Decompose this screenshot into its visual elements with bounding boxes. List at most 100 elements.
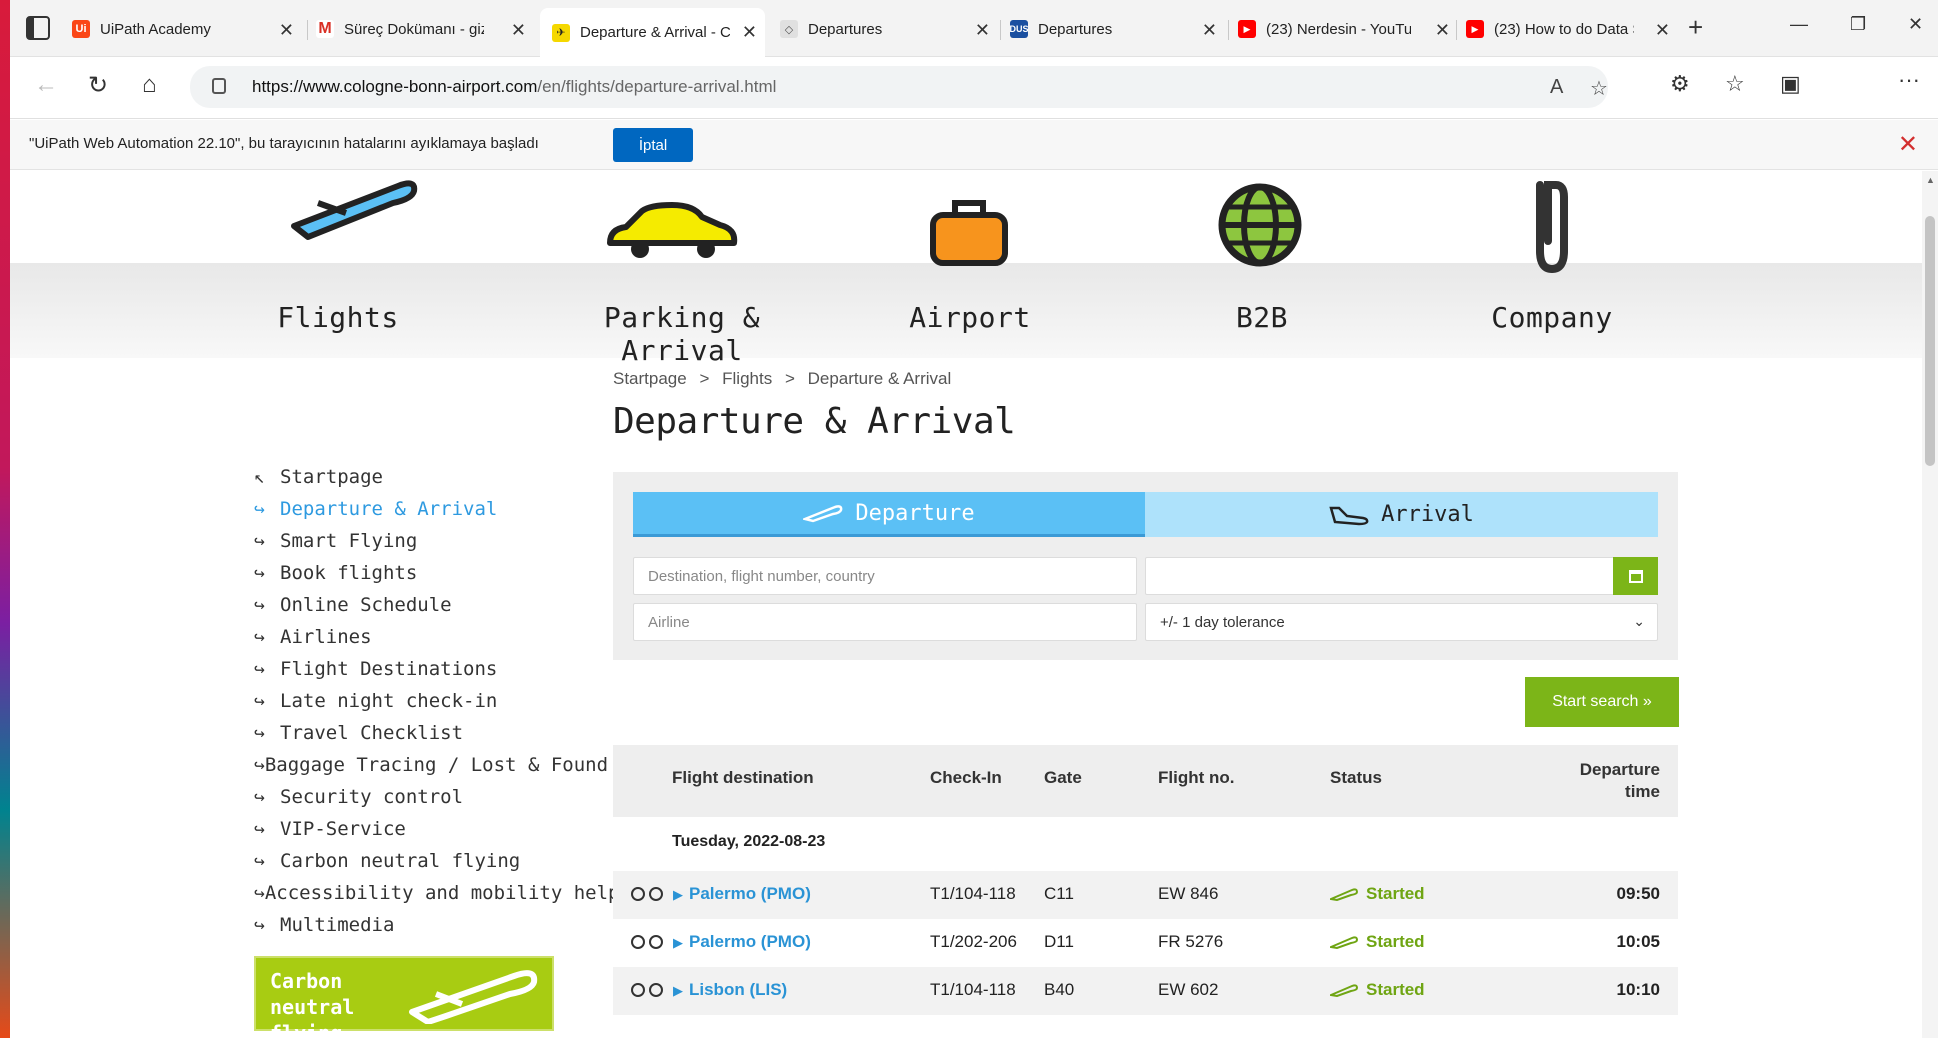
departure-plane-icon <box>803 505 843 523</box>
tab-youtube-1[interactable]: ▶ (23) Nerdesin - YouTube ✕ <box>1238 10 1458 48</box>
tab-actions-icon[interactable] <box>26 16 50 40</box>
home-icon[interactable]: ⌂ <box>142 71 157 99</box>
flight-destination-link[interactable]: ▶ Palermo (PMO) <box>673 932 811 952</box>
side-menu-label: Online Schedule <box>280 594 452 616</box>
tab-departure[interactable]: Departure <box>633 492 1145 537</box>
side-menu-item-flight-destinations[interactable]: ↪ Flight Destinations <box>254 653 574 685</box>
car-icon <box>607 202 738 258</box>
url-text[interactable]: https://www.cologne-bonn-airport.com/en/… <box>252 77 776 97</box>
gmail-icon: M <box>316 20 334 38</box>
tab-departure-arrival[interactable]: ✈ Departure & Arrival - Cologne ✕ <box>540 8 765 57</box>
side-menu-item-book-flights[interactable]: ↪ Book flights <box>254 557 574 589</box>
infobar-close-icon[interactable]: ✕ <box>1898 130 1918 159</box>
hook-arrow-icon: ↪ <box>254 626 265 648</box>
notify-circle-icon[interactable] <box>631 983 645 997</box>
col-destination[interactable]: Flight destination <box>672 768 814 788</box>
refresh-icon[interactable]: ↻ <box>88 71 108 100</box>
read-aloud-icon[interactable]: A <box>1550 76 1563 99</box>
side-menu-back-startpage[interactable]: ↖ Startpage <box>254 461 574 493</box>
tab-departures-1[interactable]: ◇ Departures ✕ <box>780 10 998 48</box>
minimize-icon[interactable]: — <box>1790 14 1808 35</box>
close-icon[interactable]: ✕ <box>975 20 990 41</box>
notify-circle-icon[interactable] <box>649 935 663 949</box>
tolerance-select[interactable]: +/- 1 day tolerance ⌄ <box>1145 603 1658 641</box>
side-menu-item-airlines[interactable]: ↪ Airlines <box>254 621 574 653</box>
notify-circle-icon[interactable] <box>631 887 645 901</box>
col-time-line2: time <box>1625 782 1660 801</box>
scroll-up-icon[interactable]: ▲ <box>1926 175 1935 185</box>
tab-uipath-academy[interactable]: Ui UiPath Academy ✕ <box>72 10 302 48</box>
col-flightno[interactable]: Flight no. <box>1158 768 1234 788</box>
flight-destination-link[interactable]: ▶ Lisbon (LIS) <box>673 980 787 1000</box>
side-menu-item-departure-arrival[interactable]: ↪ Departure & Arrival <box>254 493 574 525</box>
alert-toggle-icons[interactable] <box>631 887 663 901</box>
side-menu-item-smart-flying[interactable]: ↪ Smart Flying <box>254 525 574 557</box>
tab-gmail[interactable]: M Süreç Dokümanı - gizem ✕ <box>316 10 534 48</box>
tab-youtube-2[interactable]: ▶ (23) How to do Data Scraping ✕ <box>1466 10 1678 48</box>
close-icon[interactable]: ✕ <box>742 22 757 43</box>
close-icon[interactable]: ✕ <box>1435 20 1450 41</box>
lock-icon[interactable] <box>212 78 226 94</box>
cancel-debug-button[interactable]: İptal <box>613 128 693 162</box>
side-menu-item-vip-service[interactable]: ↪ VIP-Service <box>254 813 574 845</box>
carbon-neutral-banner[interactable]: Carbon neutral flying <box>254 956 554 1038</box>
hook-arrow-icon: ↪ <box>254 914 265 936</box>
col-checkin[interactable]: Check-In <box>930 768 1002 788</box>
flight-destination-link[interactable]: ▶ Palermo (PMO) <box>673 884 811 904</box>
col-departure-time[interactable]: Departure time <box>1580 759 1660 803</box>
close-icon[interactable]: ✕ <box>279 20 294 41</box>
table-row[interactable]: ▶ Lisbon (LIS) T1/104-118 B40 EW 602 Star… <box>613 967 1678 1015</box>
close-icon[interactable]: ✕ <box>1202 20 1217 41</box>
page-scrollbar[interactable]: ▲ <box>1922 171 1938 1038</box>
alert-toggle-icons[interactable] <box>631 935 663 949</box>
back-icon[interactable]: ← <box>34 71 58 99</box>
favorites-icon[interactable]: ☆ <box>1725 71 1745 97</box>
play-triangle-icon: ▶ <box>673 983 683 998</box>
side-menu-label: Accessibility and mobility help <box>264 882 620 904</box>
new-tab-icon[interactable]: + <box>1688 12 1703 43</box>
date-input[interactable] <box>1145 557 1615 595</box>
side-menu-item-late-night-checkin[interactable]: ↪ Late night check-in <box>254 685 574 717</box>
destination-input[interactable]: Destination, flight number, country <box>633 557 1137 595</box>
side-menu-item-accessibility[interactable]: ↪ Accessibility and mobility help <box>254 877 619 909</box>
notify-circle-icon[interactable] <box>631 935 645 949</box>
notify-circle-icon[interactable] <box>649 983 663 997</box>
breadcrumb-flights[interactable]: Flights <box>722 369 772 388</box>
close-icon[interactable]: ✕ <box>511 20 526 41</box>
side-menu-item-baggage-tracing[interactable]: ↪ Baggage Tracing / Lost & Found <box>254 749 608 781</box>
address-bar[interactable]: https://www.cologne-bonn-airport.com/en/… <box>190 66 1608 108</box>
favorite-add-icon[interactable]: ☆ <box>1590 76 1608 101</box>
breadcrumb-startpage[interactable]: Startpage <box>613 369 687 388</box>
table-row[interactable]: ▶ Palermo (PMO) T1/104-118 C11 EW 846 Sta… <box>613 871 1678 919</box>
side-menu-item-travel-checklist[interactable]: ↪ Travel Checklist <box>254 717 574 749</box>
side-menu-item-multimedia[interactable]: ↪ Multimedia <box>254 909 574 941</box>
more-icon[interactable]: ··· <box>1898 67 1920 93</box>
collections-icon[interactable]: ▣ <box>1780 71 1801 97</box>
hook-arrow-icon: ↪ <box>254 530 265 552</box>
col-status[interactable]: Status <box>1330 768 1382 788</box>
window-close-icon[interactable]: ✕ <box>1908 14 1923 35</box>
extensions-icon[interactable]: ⚙ <box>1670 71 1690 97</box>
col-gate[interactable]: Gate <box>1044 768 1082 788</box>
notify-circle-icon[interactable] <box>649 887 663 901</box>
page-title: Departure & Arrival <box>613 401 1016 442</box>
side-menu-item-carbon-neutral[interactable]: ↪ Carbon neutral flying <box>254 845 574 877</box>
side-menu-item-online-schedule[interactable]: ↪ Online Schedule <box>254 589 574 621</box>
alert-toggle-icons[interactable] <box>631 983 663 997</box>
table-row[interactable]: ▶ Palermo (PMO) T1/202-206 D11 FR 5276 St… <box>613 919 1678 967</box>
start-search-button[interactable]: Start search » <box>1525 677 1679 727</box>
airline-input[interactable]: Airline <box>633 603 1137 641</box>
calendar-button[interactable] <box>1613 557 1658 595</box>
tab-arrival[interactable]: Arrival <box>1145 492 1658 537</box>
side-menu-item-security-control[interactable]: ↪ Security control <box>254 781 574 813</box>
arrival-plane-icon <box>1329 506 1369 525</box>
calendar-icon <box>1628 569 1643 583</box>
tab-separator <box>1456 20 1457 40</box>
play-triangle-icon: ▶ <box>673 935 683 950</box>
close-icon[interactable]: ✕ <box>1655 20 1670 41</box>
time-cell: 09:50 <box>1616 884 1660 903</box>
scrollbar-thumb[interactable] <box>1925 216 1935 466</box>
youtube-icon: ▶ <box>1238 20 1256 38</box>
restore-icon[interactable]: ❐ <box>1850 14 1866 35</box>
tab-departures-2[interactable]: DUS Departures ✕ <box>1010 10 1225 48</box>
